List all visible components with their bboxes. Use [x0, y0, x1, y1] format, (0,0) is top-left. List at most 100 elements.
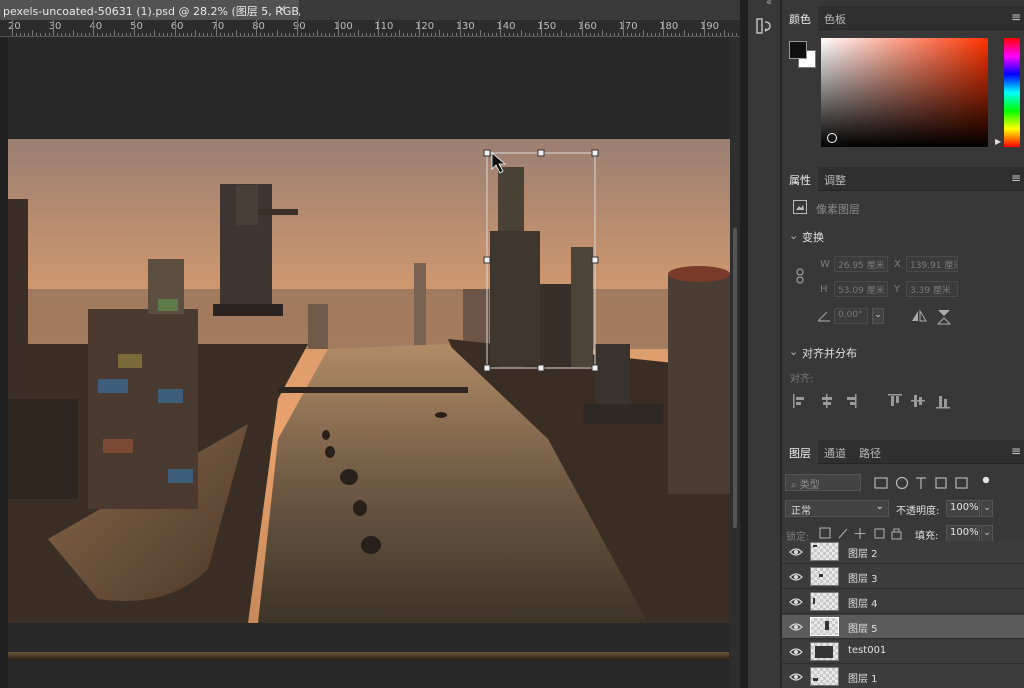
- angle-field[interactable]: 0.00°: [834, 308, 868, 324]
- angle-dropdown-chevron-icon[interactable]: ⌄: [872, 308, 884, 324]
- flip-vertical-icon[interactable]: [937, 309, 951, 325]
- ruler-tick: [691, 33, 693, 36]
- panel-menu-icon[interactable]: ≡: [1011, 171, 1021, 185]
- height-label: H: [820, 284, 828, 295]
- ruler-tick: [512, 33, 514, 36]
- layer-name[interactable]: 图层 5: [848, 620, 878, 635]
- layer-thumbnail[interactable]: [810, 642, 839, 661]
- color-picker-cursor[interactable]: [827, 133, 837, 143]
- layer-thumbnail[interactable]: [810, 592, 839, 611]
- ruler-tick: [68, 33, 70, 36]
- layer-thumbnail[interactable]: [810, 542, 839, 561]
- ruler-tick: [121, 33, 123, 36]
- foreground-color-swatch[interactable]: [789, 41, 807, 59]
- x-field[interactable]: 139.91 厘米: [906, 256, 958, 272]
- layer-name[interactable]: 图层 4: [848, 595, 878, 610]
- tab-color[interactable]: 颜色: [782, 6, 818, 30]
- panel-menu-icon[interactable]: ≡: [1011, 444, 1021, 458]
- tab-properties[interactable]: 属性: [782, 167, 818, 191]
- layer-name[interactable]: 图层 3: [848, 570, 878, 585]
- collapse-panels-icon[interactable]: «: [766, 0, 772, 8]
- hue-slider-marker-icon[interactable]: ▶: [995, 137, 1001, 146]
- link-icon[interactable]: [795, 268, 805, 284]
- ruler-label: 190: [699, 21, 719, 32]
- ruler-tick: [219, 33, 221, 36]
- close-icon[interactable]: ×: [277, 2, 287, 16]
- flip-horizontal-icon[interactable]: [911, 309, 927, 323]
- tab-channels[interactable]: 通道: [817, 440, 853, 464]
- ruler-tick: [44, 33, 46, 36]
- layer-thumbnail[interactable]: [810, 567, 839, 586]
- ruler-tick: [695, 33, 697, 36]
- canvas-image[interactable]: [8, 139, 730, 623]
- layer-row[interactable]: 图层 2: [782, 541, 1024, 564]
- ruler-tick: [455, 33, 457, 36]
- horizontal-ruler[interactable]: 20 30 40 50 60 70 80 90 100 110 120 130 140 150 160 170…: [0, 20, 740, 37]
- layer-kind-label: 像素图层: [816, 203, 860, 216]
- tab-swatches[interactable]: 色板: [817, 6, 853, 30]
- panel-menu-icon[interactable]: ≡: [1011, 10, 1021, 24]
- blend-mode-select[interactable]: 正常 ⌄: [785, 500, 889, 517]
- ruler-tick: [585, 33, 587, 36]
- ruler-tick: [451, 33, 453, 36]
- ruler-tick: [402, 33, 404, 36]
- ruler-label: 170: [618, 21, 638, 32]
- visibility-eye-icon[interactable]: [789, 571, 803, 583]
- tab-paths[interactable]: 路径: [852, 440, 888, 464]
- layer-row[interactable]: test001: [782, 640, 1024, 664]
- fill-field[interactable]: 100%: [946, 525, 980, 542]
- align-section-title[interactable]: 对齐并分布: [802, 345, 857, 361]
- ruler-tick: [142, 33, 144, 36]
- tab-layers[interactable]: 图层: [782, 440, 818, 464]
- dock-separator: [740, 0, 748, 688]
- ruler-tick: [125, 33, 127, 36]
- visibility-eye-icon[interactable]: [789, 596, 803, 608]
- y-field[interactable]: 3.39 厘米: [906, 281, 958, 297]
- hue-slider[interactable]: [1004, 38, 1020, 147]
- opacity-dropdown-chevron-icon[interactable]: ⌄: [981, 500, 993, 517]
- filter-shape-icon: [935, 477, 947, 489]
- width-field[interactable]: 26.95 厘米: [834, 256, 888, 272]
- layer-row[interactable]: 图层 4: [782, 590, 1024, 614]
- transform-section-title[interactable]: 变换: [802, 229, 824, 245]
- fill-dropdown-chevron-icon[interactable]: ⌄: [981, 525, 993, 542]
- layer-thumbnail[interactable]: [810, 667, 839, 686]
- layer-name[interactable]: test001: [848, 645, 886, 656]
- ruler-tick: [663, 20, 665, 36]
- scrollbar-thumb[interactable]: [733, 228, 737, 528]
- visibility-eye-icon[interactable]: [789, 621, 803, 633]
- layer-row[interactable]: 图层 3: [782, 565, 1024, 589]
- ruler-tick: [248, 33, 250, 36]
- ruler-tick: [215, 20, 217, 36]
- visibility-eye-icon[interactable]: [789, 546, 803, 558]
- width-label: W: [820, 259, 830, 270]
- ruler-tick: [626, 33, 628, 36]
- layer-row[interactable]: 图层 1: [782, 665, 1024, 688]
- height-field[interactable]: 53.09 厘米: [834, 281, 888, 297]
- visibility-eye-icon[interactable]: [789, 646, 803, 658]
- layer-filter-select[interactable]: ⌕ 类型: [785, 474, 861, 491]
- ruler-tick: [463, 33, 465, 36]
- opacity-field[interactable]: 100%: [946, 500, 980, 517]
- layer-row[interactable]: 图层 5: [782, 615, 1024, 639]
- ruler-tick: [736, 33, 738, 36]
- ruler-tick: [239, 33, 241, 36]
- layer-name[interactable]: 图层 1: [848, 670, 878, 685]
- vertical-scrollbar[interactable]: [730, 38, 740, 688]
- history-icon[interactable]: [755, 17, 773, 35]
- ruler-tick: [606, 33, 608, 36]
- align-center-v-icon: [911, 395, 925, 407]
- layer-name[interactable]: 图层 2: [848, 545, 878, 560]
- color-panel-tabs: 颜色 色板 ≡: [782, 6, 1024, 30]
- ruler-tick: [105, 33, 107, 36]
- layer-thumbnail[interactable]: [810, 617, 839, 636]
- visibility-eye-icon[interactable]: [789, 671, 803, 683]
- chevron-down-icon[interactable]: ⌄: [789, 345, 798, 358]
- ruler-tick: [353, 33, 355, 36]
- composite-scene: [8, 139, 730, 623]
- color-picker-field[interactable]: [821, 38, 988, 147]
- ruler-tick: [642, 30, 644, 36]
- document-tab[interactable]: pexels-uncoated-50631 (1).psd @ 28.2% (图…: [0, 0, 323, 20]
- tab-adjustments[interactable]: 调整: [817, 167, 853, 191]
- chevron-down-icon[interactable]: ⌄: [789, 229, 798, 242]
